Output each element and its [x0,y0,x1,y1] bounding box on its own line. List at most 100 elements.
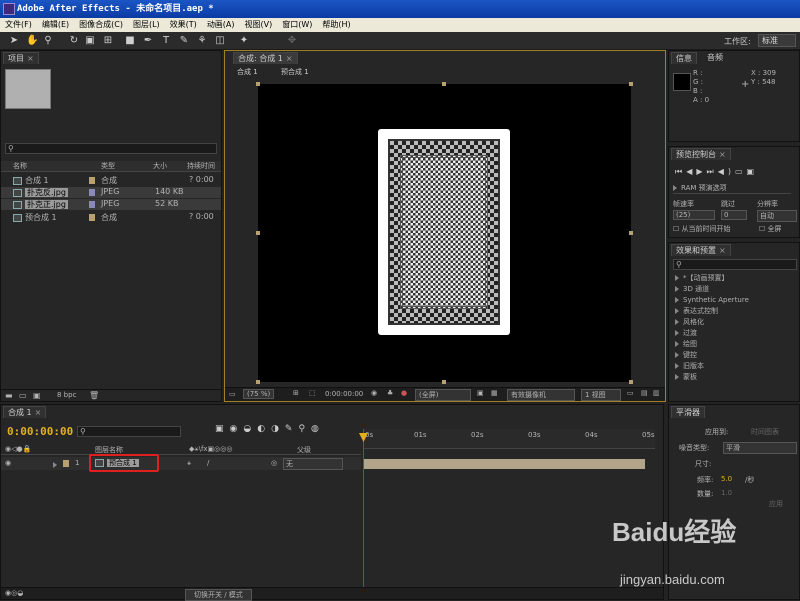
comp-timecode[interactable]: 0:00:00:00 [325,390,363,398]
always-preview-icon[interactable]: ▭ [229,390,236,398]
bounding-handle[interactable] [256,82,260,86]
effects-search-input[interactable]: ⚲ [673,259,797,270]
tab-effects[interactable]: 效果和预置 × [671,244,731,256]
toggle-pixel-icon[interactable]: ▭ [627,389,634,397]
layer-duration-bar[interactable] [363,459,645,469]
footer-icons[interactable]: ◉◎◒ [5,589,23,597]
transport-controls[interactable]: ⏮◀▶⏭◀)▭▣ [675,167,758,177]
expand-icon[interactable] [53,461,57,468]
ram-preview-select[interactable]: RAM 预演选项 [673,183,791,194]
bpc-label[interactable]: 8 bpc [57,391,76,399]
grid-icon[interactable]: ⊞ [293,389,299,397]
views-select[interactable]: 1 视图 [581,389,621,401]
col-parent[interactable]: 父级 [297,445,311,455]
zoom-select[interactable]: (75 %) [243,389,275,399]
close-icon[interactable]: × [286,54,293,63]
camera-select[interactable]: 有效摄像机 [507,389,575,401]
menu-animation[interactable]: 动画(A) [202,18,240,32]
noise-type-select[interactable]: 平滑 [723,442,797,454]
puppet-tool-icon[interactable]: ✦ [238,35,250,47]
text-tool-icon[interactable]: T [160,35,172,47]
effects-category[interactable]: 3D 通道 [675,284,709,295]
label-swatch[interactable] [89,214,95,221]
effects-category[interactable]: 键控 [675,350,697,361]
bounding-handle[interactable] [256,231,260,235]
tab-audio[interactable]: 音频 [703,52,727,64]
close-icon[interactable]: × [27,54,34,63]
from-current-checkbox[interactable]: ☐ 从当前时间开始 [673,224,731,234]
comp-subtab[interactable]: 合成 1 [237,67,258,77]
hand-tool-icon[interactable]: ✋ [26,35,38,47]
resolution-select[interactable]: (全屏) [415,389,471,401]
bounding-handle[interactable] [629,231,633,235]
pen-tool-icon[interactable]: ✒ [142,35,154,47]
skip-select[interactable]: 0 [721,210,747,220]
eraser-tool-icon[interactable]: ◫ [214,35,226,47]
apply-to-select[interactable]: 时间图表 [751,427,779,437]
tab-info[interactable]: 信息 [671,52,697,64]
tab-timeline[interactable]: 合成 1 × [3,406,47,418]
close-icon[interactable]: × [719,150,726,159]
snapshot-icon[interactable]: ◉ [371,389,377,397]
region-of-interest-icon[interactable]: ▣ [477,389,484,397]
zoom-tool-icon[interactable]: ⚲ [42,35,54,47]
bounding-handle[interactable] [442,380,446,384]
label-swatch[interactable] [89,189,95,196]
menu-edit[interactable]: 编辑(E) [37,18,74,32]
clone-tool-icon[interactable]: ⚘ [196,35,208,47]
bounding-handle[interactable] [256,380,260,384]
menu-view[interactable]: 视图(V) [240,18,278,32]
effects-category[interactable]: 蒙板 [675,372,697,383]
project-item[interactable]: 扑克反.jpg JPEG 140 KB [1,187,221,198]
pan-behind-tool-icon[interactable]: ⊞ [102,35,114,47]
time-ruler[interactable]: 0s 01s 02s 03s 04s 05s [363,429,655,449]
brush-tool-icon[interactable]: ✎ [178,35,190,47]
parent-pickwhip-icon[interactable]: ◎ [271,459,277,467]
label-swatch[interactable] [89,177,95,184]
menu-composition[interactable]: 图像合成(C) [74,18,128,32]
resolution-select[interactable]: 自动 [757,210,797,222]
reset-exposure-icon[interactable]: ▤ [641,389,648,397]
fps-select[interactable]: (25) [673,210,715,220]
tab-project[interactable]: 项目 × [3,52,39,64]
timeline-switches[interactable]: ▣◉◒◐◑✎⚲◍ [215,424,325,434]
tab-preview[interactable]: 预览控制台 × [671,148,731,160]
rectangle-tool-icon[interactable]: ■ [124,35,136,47]
menu-help[interactable]: 帮助(H) [317,18,355,32]
effects-category[interactable]: 过渡 [675,328,697,339]
project-item[interactable]: 扑克正.jpg JPEG 52 KB [1,199,221,210]
label-swatch[interactable] [63,460,69,467]
project-search-input[interactable]: ⚲ [5,143,217,154]
effects-category[interactable]: 绘图 [675,339,697,350]
comp-subtab[interactable]: 预合成 1 [281,67,309,77]
menu-file[interactable]: 文件(F) [0,18,37,32]
col-size[interactable]: 大小 [153,161,167,171]
fast-preview-icon[interactable]: ▥ [653,389,660,397]
transparency-grid-icon[interactable]: ▦ [491,389,498,397]
collapse-icon[interactable]: ⚹ [187,459,191,468]
bounding-handle[interactable] [629,380,633,384]
menu-window[interactable]: 窗口(W) [277,18,317,32]
timeline-search-input[interactable]: ⚲ [77,426,181,437]
effects-category[interactable]: *【动画预置】 [675,273,729,284]
col-duration[interactable]: 持续时间 [187,161,215,171]
trash-icon[interactable]: 🗑 [89,391,99,400]
toggle-switches-modes[interactable]: 切换开关 / 模式 [185,589,252,601]
quality-icon[interactable]: / [207,459,209,467]
layer-row[interactable]: ◉ 1 预合成 1 ⚹ / ◎ 无 [1,454,361,472]
close-icon[interactable]: × [719,246,726,255]
close-icon[interactable]: × [35,408,42,417]
label-swatch[interactable] [89,201,95,208]
effects-category[interactable]: 表达式控制 [675,306,718,317]
tab-smoother[interactable]: 平滑器 [671,406,705,418]
composition-viewer[interactable] [258,84,631,382]
project-item[interactable]: 预合成 1 合成 ? 0:00 [1,212,221,223]
workspace-select[interactable]: 标准 [758,34,796,47]
effects-category[interactable]: 旧版本 [675,361,704,372]
menu-effect[interactable]: 效果(T) [165,18,202,32]
channel-icon[interactable]: ● [401,389,407,397]
selection-tool-icon[interactable]: ➤ [8,35,20,47]
col-name[interactable]: 名称 [13,161,27,171]
effects-category[interactable]: 风格化 [675,317,704,328]
effects-category[interactable]: Synthetic Aperture [675,295,749,306]
